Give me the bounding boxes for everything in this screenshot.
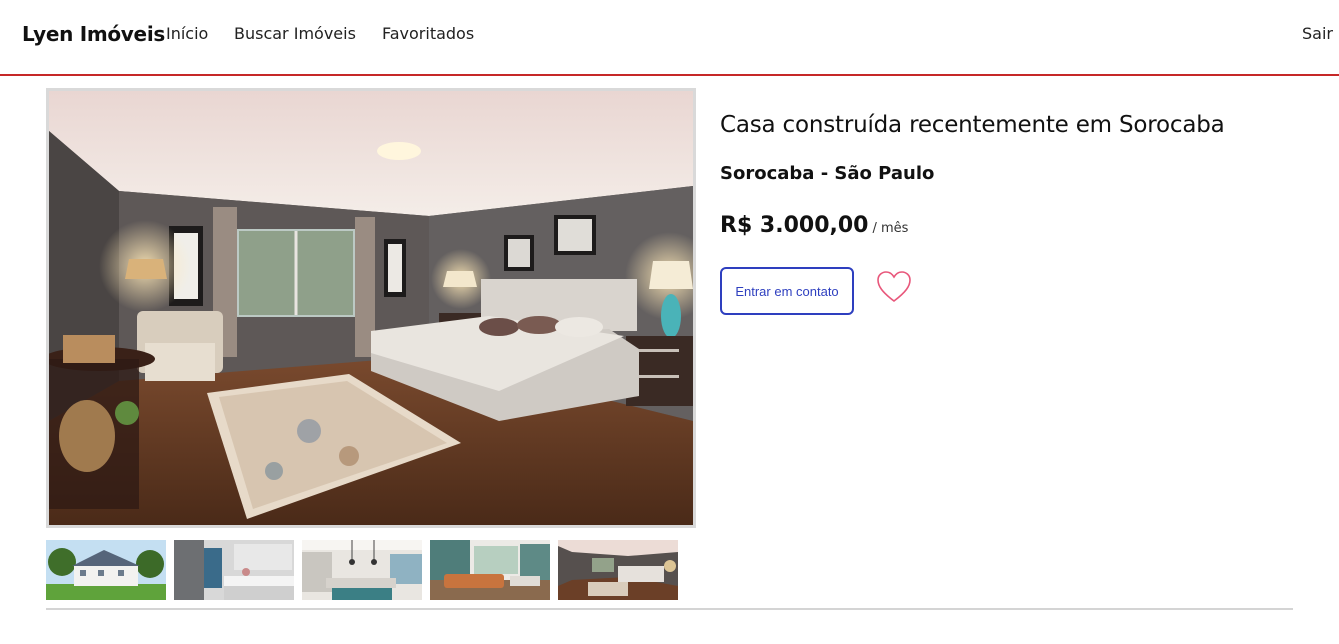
house-exterior-photo bbox=[46, 540, 166, 600]
bedroom-photo bbox=[558, 540, 678, 600]
listing-price: R$ 3.000,00 bbox=[720, 213, 869, 238]
thumbnail-1[interactable] bbox=[46, 540, 166, 600]
living-room-photo bbox=[430, 540, 550, 600]
nav-link-favoritados[interactable]: Favoritados bbox=[382, 24, 474, 43]
thumbnail-5[interactable] bbox=[558, 540, 678, 600]
bathroom-photo bbox=[174, 540, 294, 600]
nav-link-inicio[interactable]: Início bbox=[166, 24, 208, 43]
heart-icon[interactable] bbox=[876, 270, 912, 304]
contact-button[interactable]: Entrar em contato bbox=[720, 267, 854, 315]
thumbnail-2[interactable] bbox=[174, 540, 294, 600]
navbar: Lyen Imóveis Início Buscar Imóveis Favor… bbox=[0, 0, 1339, 76]
section-divider bbox=[46, 608, 1293, 610]
logout-link[interactable]: Sair bbox=[1302, 24, 1333, 43]
kitchen-photo bbox=[302, 540, 422, 600]
price-row: R$ 3.000,00/ mês bbox=[720, 213, 908, 238]
thumbnail-4[interactable] bbox=[430, 540, 550, 600]
listing-title: Casa construída recentemente em Sorocaba bbox=[720, 112, 1225, 138]
thumbnail-3[interactable] bbox=[302, 540, 422, 600]
brand-logo[interactable]: Lyen Imóveis bbox=[22, 22, 165, 46]
bedroom-photo bbox=[49, 91, 693, 525]
price-period: / mês bbox=[872, 221, 909, 236]
listing-location: Sorocaba - São Paulo bbox=[720, 163, 935, 184]
nav-link-buscar-imoveis[interactable]: Buscar Imóveis bbox=[234, 24, 356, 43]
main-property-photo bbox=[46, 88, 696, 528]
